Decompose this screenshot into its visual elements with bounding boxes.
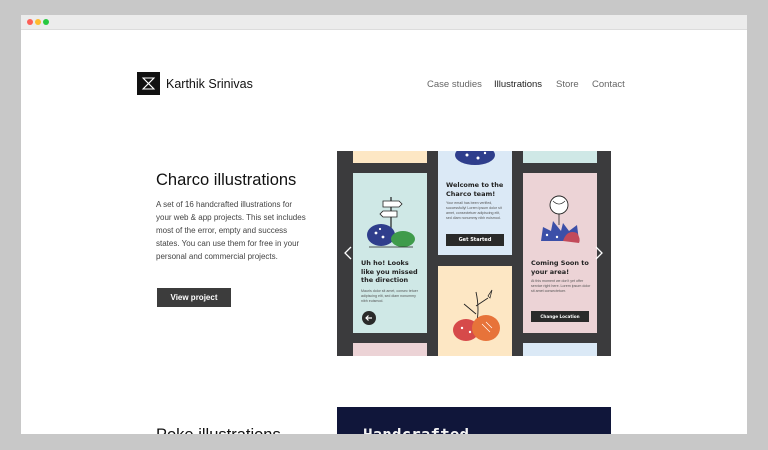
card-coming-title: Coming Soon to your area! — [531, 259, 589, 276]
chevron-left-icon[interactable] — [344, 246, 352, 260]
project-title: Charco illustrations — [156, 171, 297, 189]
card-welcome-body: Your email has been verified, successful… — [446, 201, 502, 220]
change-location-button: Change Location — [531, 311, 589, 322]
chevron-right-icon[interactable] — [595, 246, 603, 260]
minimize-window-button[interactable] — [35, 19, 41, 25]
site-owner-name[interactable]: Karthik Srinivas — [166, 77, 253, 91]
card-plant-peach — [438, 266, 512, 356]
card-welcome-title: Welcome to the Charco team! — [446, 181, 504, 198]
card-coming-body: At this moment we don't yet offer servic… — [531, 279, 591, 293]
banner-text: Handcrafted — [363, 425, 469, 434]
balloon-plant-illustration — [541, 195, 580, 243]
plant-illustration — [453, 289, 500, 341]
card-coming-soon: Coming Soon to your area! At this moment… — [523, 173, 597, 333]
nav-case-studies[interactable]: Case studies — [427, 79, 482, 90]
card-lost-body: Mauris dolor sit amet, consec tetuer adi… — [361, 289, 418, 303]
project-showcase-image[interactable]: Uh ho! Looks like you missed the directi… — [337, 151, 611, 356]
signpost-plant-illustration — [367, 197, 415, 248]
get-started-button: Get Started — [446, 234, 504, 246]
card-partial-top-right — [523, 151, 597, 163]
plant-illustration — [455, 151, 495, 165]
card-lost-title: Uh ho! Looks like you missed the directi… — [361, 259, 418, 284]
view-project-button[interactable]: View project — [157, 288, 231, 307]
poke-showcase-image[interactable]: Handcrafted — [337, 407, 611, 434]
card-welcome: Welcome to the Charco team! Your email h… — [438, 151, 512, 255]
nav-store[interactable]: Store — [556, 79, 579, 90]
project-title: Poke illustrations — [156, 426, 281, 434]
card-partial-bottom-right — [523, 343, 597, 356]
card-lost-direction: Uh ho! Looks like you missed the directi… — [353, 173, 427, 333]
maximize-window-button[interactable] — [43, 19, 49, 25]
nav-contact[interactable]: Contact — [592, 79, 625, 90]
logo-icon[interactable] — [137, 72, 160, 95]
nav-illustrations[interactable]: Illustrations — [494, 79, 542, 90]
window-titlebar — [21, 15, 747, 30]
card-partial-top-left — [353, 151, 427, 163]
back-arrow-icon — [362, 311, 376, 325]
close-window-button[interactable] — [27, 19, 33, 25]
page-content: Karthik Srinivas Case studies Illustrati… — [21, 30, 747, 434]
browser-window: Karthik Srinivas Case studies Illustrati… — [21, 15, 747, 434]
card-partial-bottom-left — [353, 343, 427, 356]
project-description: A set of 16 handcrafted illustrations fo… — [156, 200, 306, 261]
